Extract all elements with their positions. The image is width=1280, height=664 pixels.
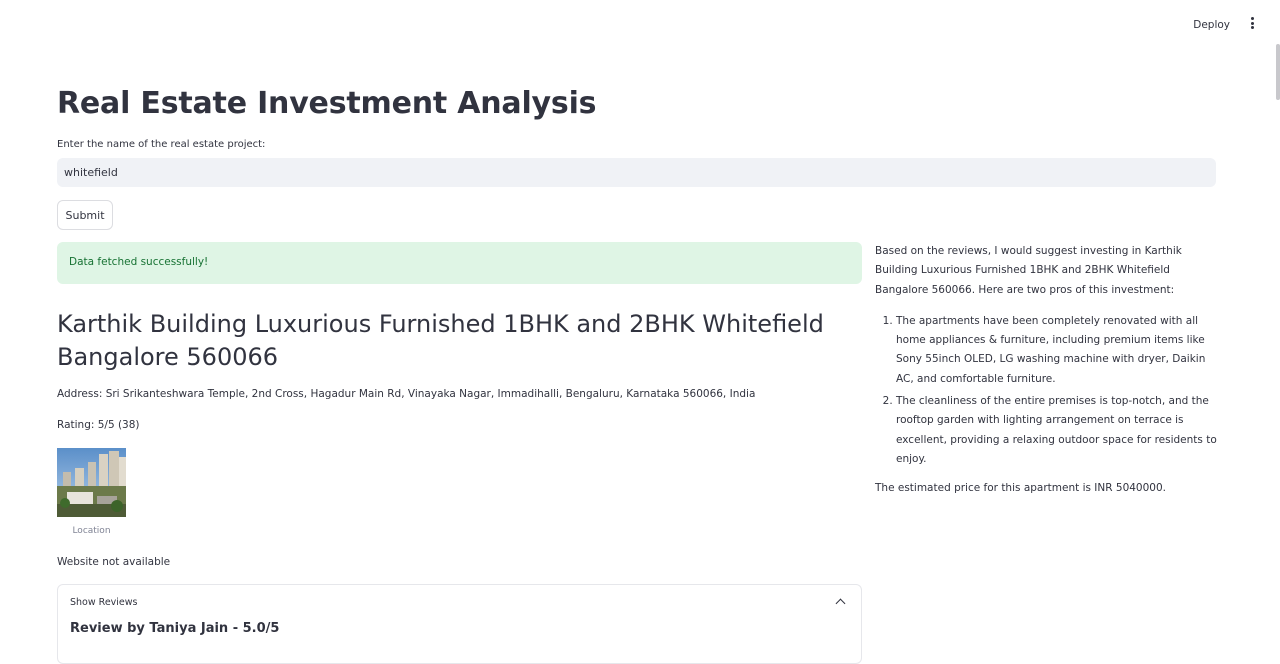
investment-analysis: Based on the reviews, I would suggest in… (875, 242, 1220, 499)
analysis-intro: Based on the reviews, I would suggest in… (875, 245, 1182, 296)
project-rating: Rating: 5/5 (38) (57, 419, 140, 431)
submit-button[interactable]: Submit (57, 200, 113, 230)
pros-list: The apartments have been completely reno… (875, 312, 1220, 469)
page-title: Real Estate Investment Analysis (57, 86, 597, 121)
top-toolbar: Deploy (0, 0, 1280, 50)
reviews-expander: Show Reviews Review by Taniya Jain - 5.0… (57, 584, 862, 664)
project-name-heading: Karthik Building Luxurious Furnished 1BH… (57, 310, 824, 371)
website-status: Website not available (57, 556, 171, 568)
project-address: Address: Sri Srikanteshwara Temple, 2nd … (57, 388, 756, 400)
chevron-up-icon (835, 598, 846, 609)
pros-list-item: The cleanliness of the entire premises i… (896, 392, 1220, 469)
success-alert: Data fetched successfully! (57, 242, 862, 284)
kebab-menu-icon[interactable] (1248, 17, 1256, 31)
scrollbar-thumb[interactable] (1276, 44, 1280, 100)
image-caption: Location (72, 526, 111, 536)
estimated-price: The estimated price for this apartment i… (875, 482, 1166, 495)
project-name-input[interactable] (57, 158, 1216, 187)
deploy-button[interactable]: Deploy (1193, 15, 1230, 35)
location-photo[interactable] (57, 448, 126, 517)
reviews-expander-label: Show Reviews (70, 597, 138, 608)
review-title: Review by Taniya Jain - 5.0/5 (70, 621, 280, 636)
project-input-label: Enter the name of the real estate projec… (57, 139, 266, 150)
pros-list-item: The apartments have been completely reno… (896, 312, 1220, 389)
reviews-expander-header[interactable]: Show Reviews (58, 585, 861, 621)
